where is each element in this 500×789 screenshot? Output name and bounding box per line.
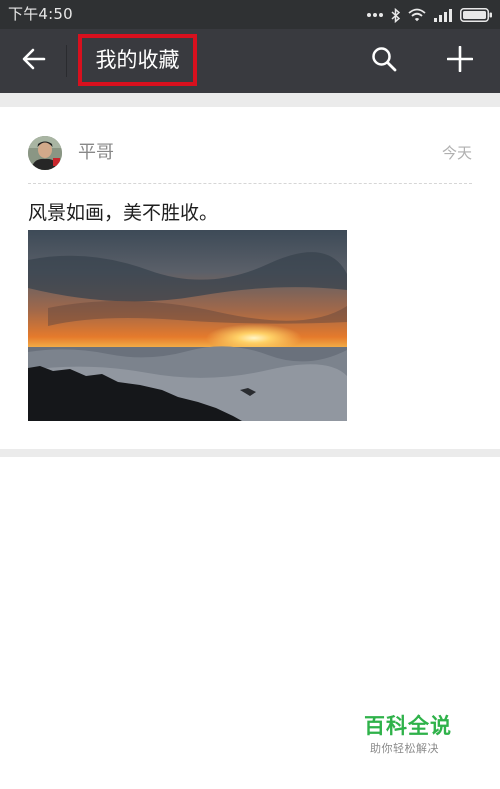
title-divider <box>66 45 67 77</box>
favorite-item[interactable]: 平哥 今天 风景如画，美不胜收。 <box>0 107 500 449</box>
watermark-logo: 百科全说 助你轻松解决 <box>364 714 464 762</box>
plus-icon <box>446 45 474 76</box>
post-image[interactable] <box>28 230 347 421</box>
content-bottom-spacer <box>0 449 500 457</box>
dots-icon <box>367 12 383 18</box>
title-highlight-box: 我的收藏 <box>78 34 197 86</box>
avatar[interactable] <box>28 136 62 170</box>
bluetooth-icon <box>391 7 400 23</box>
watermark-title: 百科全说 <box>364 714 452 738</box>
search-icon <box>371 46 397 76</box>
back-button[interactable] <box>14 43 54 79</box>
post-text: 风景如画，美不胜收。 <box>28 202 219 224</box>
date-label: 今天 <box>441 144 472 162</box>
battery-icon <box>460 8 492 22</box>
back-arrow-icon <box>22 48 46 74</box>
author-name[interactable]: 平哥 <box>78 142 114 164</box>
add-button[interactable] <box>440 43 480 79</box>
status-bar: 下午4:50 <box>0 0 500 29</box>
title-bar: 我的收藏 <box>0 29 500 93</box>
wifi-icon <box>408 8 426 22</box>
search-button[interactable] <box>365 43 403 79</box>
status-icons <box>367 7 492 23</box>
signal-icon <box>434 8 452 22</box>
divider <box>28 183 472 184</box>
watermark-subtitle: 助你轻松解决 <box>370 742 439 755</box>
status-time: 下午4:50 <box>8 5 73 23</box>
page-title: 我的收藏 <box>95 48 180 72</box>
content-top-spacer <box>0 93 500 107</box>
